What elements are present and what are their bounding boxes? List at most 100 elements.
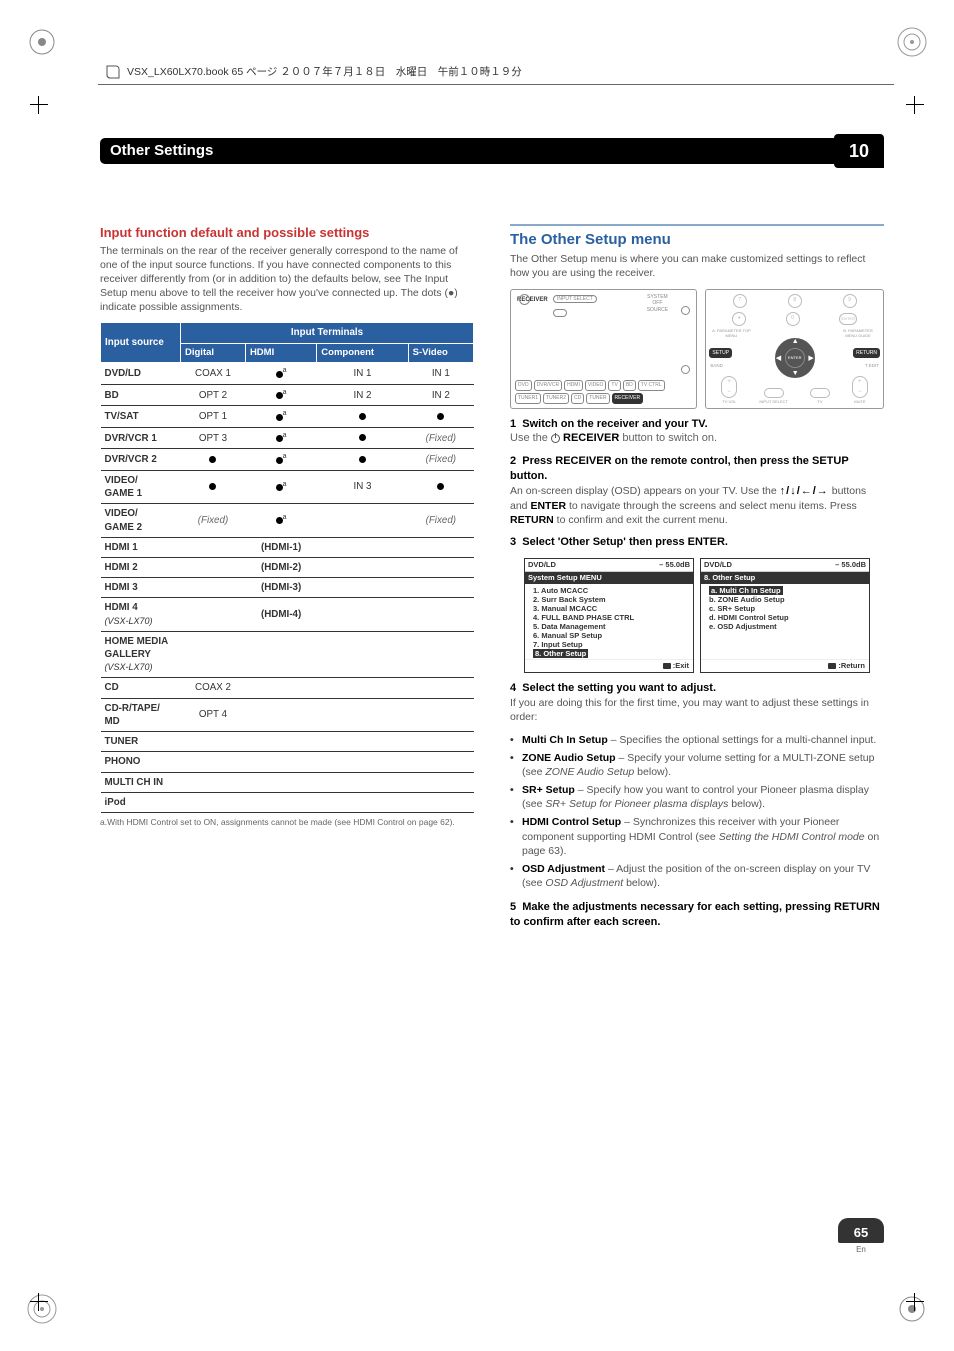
remote-source-btn: VIDEO (585, 380, 607, 391)
osd-item: e. OSD Adjustment (709, 622, 865, 631)
remote-strip-btn: +−MUTE (852, 376, 868, 404)
dpad-enter: ENTER (785, 348, 805, 368)
osd-item: 2. Surr Back System (533, 595, 689, 604)
table-row: HOME MEDIA GALLERY(VSX-LX70) (101, 631, 474, 678)
osd-item: 4. FULL BAND PHASE CTRL (533, 613, 689, 622)
num-7-icon: 7 (733, 294, 747, 308)
power-icon (519, 294, 530, 305)
remote-strip-btn: +−TV VOL (721, 376, 737, 404)
osd-item: 8. Other Setup (533, 649, 689, 658)
remote-strip-btn: INPUT SELECT (759, 382, 788, 404)
right-heading: The Other Setup menu (510, 230, 884, 250)
crop-mark (906, 1293, 924, 1311)
th-input-source: Input source (101, 323, 181, 363)
th-component: Component (317, 343, 408, 363)
remote-bottom-strip: +−TV VOL INPUT SELECT TV +−MUTE (710, 376, 879, 404)
header-rule (98, 84, 894, 85)
registration-corner-ur (892, 22, 932, 62)
list-item: OSD Adjustment – Adjust the position of … (522, 862, 884, 890)
table-row: DVR/VCR 2a(Fixed) (101, 449, 474, 470)
chapter-titlebar: Other Settings (100, 138, 884, 164)
table-row: HDMI 4(VSX-LX70)(HDMI-4) (101, 598, 474, 631)
label-a-parameter: A. PARAMETER TOP MENU (710, 328, 752, 339)
table-row: VIDEO/GAME 2(Fixed)a(Fixed) (101, 504, 474, 537)
num-0-icon: 0 (786, 312, 800, 326)
num-9-icon: 9 (843, 294, 857, 308)
remote-source-btn: DVD (515, 380, 532, 391)
input-terminals-table: Input source Input Terminals Digital HDM… (100, 322, 474, 813)
step-2-desc: An on-screen display (OSD) appears on yo… (510, 484, 884, 527)
osd-title-1: System Setup MENU (525, 572, 693, 584)
table-row: VIDEO/GAME 1aIN 3 (101, 470, 474, 503)
remote-btn-input-select: INPUT SELECT (553, 295, 597, 304)
remote-btn-blank (553, 309, 567, 318)
th-input-terminals: Input Terminals (181, 323, 474, 343)
table-row: MULTI CH IN (101, 772, 474, 792)
osd-item: 1. Auto MCACC (533, 586, 689, 595)
remote-source-btn: TUNER2 (543, 393, 569, 404)
remote-source-btn: TV CTRL (638, 380, 665, 391)
table-row: BDOPT 2aIN 2IN 2 (101, 384, 474, 405)
dot-btn-icon: • (732, 312, 746, 326)
remote-panel-right: 7 8 9 • 0 ENTER A. PARAMETER TOP MENU B.… (705, 289, 884, 409)
list-item: Multi Ch In Setup – Specifies the option… (522, 733, 884, 747)
osd-item: 3. Manual MCACC (533, 604, 689, 613)
osd-src: DVD/LD (704, 560, 732, 570)
dpad: ENTER ▲ ▼ ◀ ▶ (775, 338, 815, 378)
return-button: RETURN (853, 348, 880, 359)
remote-source-btn: TV (608, 380, 620, 391)
remote-label-system: SYSTEM OFF SOURCE (642, 294, 672, 314)
osd-item: a. Multi Ch In Setup (709, 586, 865, 595)
table-row: HDMI 3(HDMI-3) (101, 578, 474, 598)
page-number-value: 65 (838, 1218, 884, 1244)
table-row: DVD/LDCOAX 1aIN 1IN 1 (101, 363, 474, 384)
osd-list-2: a. Multi Ch In Setupb. ZONE Audio Setupc… (701, 584, 869, 659)
osd-src: DVD/LD (528, 560, 556, 570)
table-row: iPod (101, 792, 474, 812)
list-item: SR+ Setup – Specify how you want to cont… (522, 783, 884, 811)
chapter-number-tab: 10 (834, 134, 884, 168)
crop-mark (906, 96, 924, 114)
osd-item: b. ZONE Audio Setup (709, 595, 865, 604)
registration-corner-ul (22, 22, 62, 62)
table-row: CDCOAX 2 (101, 678, 474, 698)
remote-source-btn: TUNER1 (515, 393, 541, 404)
remote-source-buttons: DVDDVR/VCRHDMIVIDEOTVBDTV CTRLTUNER1TUNE… (515, 380, 692, 404)
remote-source-btn: DVR/VCR (534, 380, 563, 391)
osd-level: – 55.0dB (835, 560, 866, 570)
crop-mark (30, 1293, 48, 1311)
remote-strip-btn: TV (810, 382, 830, 404)
right-intro: The Other Setup menu is where you can ma… (510, 252, 884, 280)
left-heading: Input function default and possible sett… (100, 224, 474, 242)
small-circle-icon (681, 365, 690, 374)
osd-item: 5. Data Management (533, 622, 689, 631)
table-row: PHONO (101, 752, 474, 772)
enter-small-icon: ENTER (839, 313, 857, 325)
list-item: ZONE Audio Setup – Specify your volume s… (522, 751, 884, 779)
chapter-title: Other Settings (110, 141, 213, 161)
crop-mark (30, 96, 48, 114)
osd-item: 6. Manual SP Setup (533, 631, 689, 640)
table-row: DVR/VCR 1OPT 3a(Fixed) (101, 427, 474, 448)
return-icon (663, 663, 671, 669)
remote-panel-left: RECEIVER INPUT SELECT SYSTEM OFF SOURCE … (510, 289, 697, 409)
step-2: 2 Press RECEIVER on the remote control, … (510, 454, 884, 484)
remote-source-btn: RECEIVER (612, 393, 644, 404)
table-row: TV/SATOPT 1a (101, 406, 474, 427)
table-footnote: a.With HDMI Control set to ON, assignmen… (100, 817, 474, 828)
book-icon (105, 64, 121, 80)
th-hdmi: HDMI (245, 343, 316, 363)
step-1: 1 Switch on the receiver and your TV. Us… (510, 417, 884, 447)
page-lang: En (838, 1243, 884, 1256)
osd-other-setup: DVD/LD– 55.0dB 8. Other Setup a. Multi C… (700, 558, 870, 673)
source-power-icon (681, 306, 690, 315)
table-row: CD-R/TAPE/MDOPT 4 (101, 698, 474, 731)
step-3: 3 Select 'Other Setup' then press ENTER. (510, 535, 884, 550)
remote-source-btn: HDMI (564, 380, 583, 391)
step-5: 5 Make the adjustments necessary for eac… (510, 900, 884, 930)
osd-return: :Return (838, 661, 865, 670)
num-8-icon: 8 (788, 294, 802, 308)
osd-item: c. SR+ Setup (709, 604, 865, 613)
remote-diagram: RECEIVER INPUT SELECT SYSTEM OFF SOURCE … (510, 289, 884, 409)
remote-source-btn: TUNER (586, 393, 609, 404)
